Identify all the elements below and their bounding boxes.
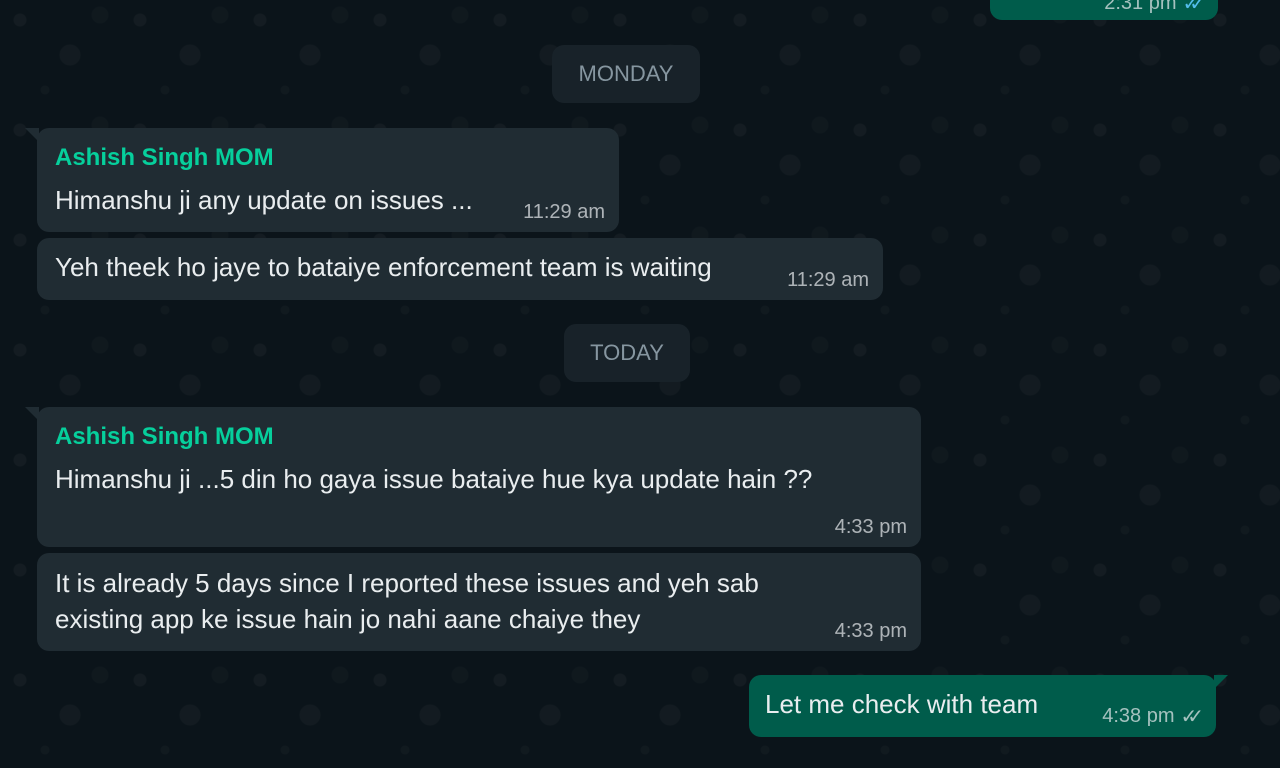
- delivered-receipt-icon: ✓✓: [1180, 706, 1203, 728]
- sender-name[interactable]: Ashish Singh MOM: [55, 144, 274, 172]
- message-timestamp: 4:33 pm: [834, 620, 907, 642]
- timestamp-text: 4:38 pm: [1102, 705, 1175, 727]
- read-receipt-icon: ✓✓: [1182, 0, 1205, 15]
- incoming-message[interactable]: Yeh theek ho jaye to bataiye enforcement…: [37, 238, 883, 300]
- message-text: Himanshu ji any update on issues ...: [55, 185, 473, 215]
- outgoing-message[interactable]: Let me check with team 4:38 pm ✓✓: [749, 675, 1228, 737]
- message-timestamp: 11:29 am: [787, 269, 869, 291]
- message-text: Yeh theek ho jaye to bataiye enforcement…: [55, 252, 712, 282]
- date-label: TODAY: [590, 340, 664, 365]
- date-divider-today: TODAY: [564, 324, 690, 382]
- message-text: Himanshu ji ...5 din ho gaya issue batai…: [55, 464, 813, 494]
- incoming-message[interactable]: Ashish Singh MOM Himanshu ji any update …: [25, 128, 619, 232]
- message-text-line-2: existing app ke issue hain jo nahi aane …: [55, 604, 641, 634]
- date-divider-monday: MONDAY: [552, 45, 700, 103]
- message-timestamp: 4:33 pm: [834, 516, 907, 538]
- incoming-message[interactable]: It is already 5 days since I reported th…: [37, 553, 921, 651]
- chat-conversation: 2:31 pm ✓✓ MONDAY Ashish Singh MOM Himan…: [0, 0, 1280, 768]
- message-text-line-1: It is already 5 days since I reported th…: [55, 568, 759, 598]
- date-label: MONDAY: [578, 61, 674, 86]
- previous-outgoing-message[interactable]: 2:31 pm ✓✓: [990, 0, 1218, 20]
- message-timestamp: 2:31 pm ✓✓: [1104, 0, 1206, 16]
- message-timestamp: 4:38 pm ✓✓: [1102, 704, 1204, 729]
- message-timestamp: 11:29 am: [523, 201, 605, 223]
- incoming-message[interactable]: Ashish Singh MOM Himanshu ji ...5 din ho…: [25, 407, 921, 547]
- sender-name[interactable]: Ashish Singh MOM: [55, 423, 274, 451]
- message-text: Let me check with team: [765, 689, 1039, 719]
- timestamp-text: 2:31 pm: [1104, 0, 1177, 14]
